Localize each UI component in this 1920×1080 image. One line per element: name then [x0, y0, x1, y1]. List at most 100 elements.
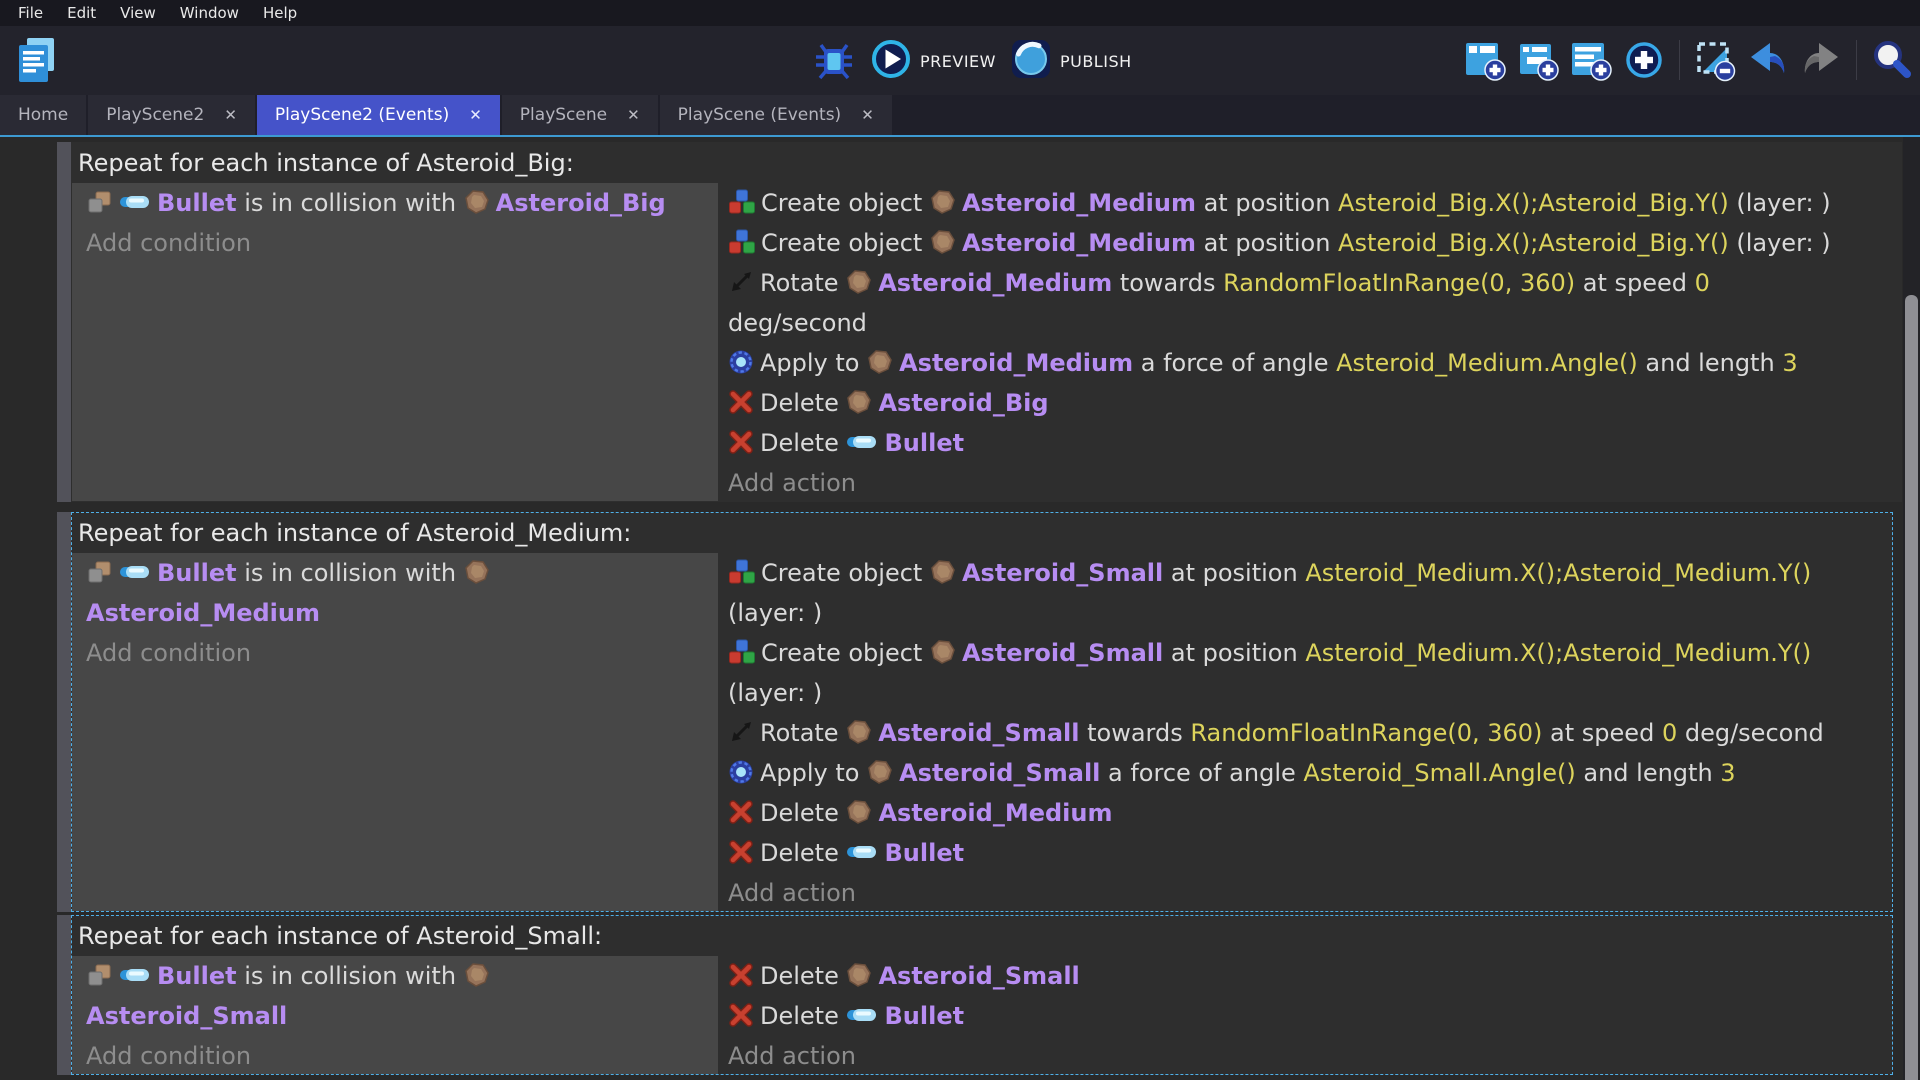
action-row[interactable]: Delete Bullet — [718, 423, 1901, 463]
sentence-text: deg/second — [728, 309, 867, 337]
tab-close-icon[interactable]: ✕ — [224, 106, 237, 124]
asteroid-icon — [846, 962, 872, 988]
add-event-icon[interactable] — [1463, 38, 1507, 82]
action-row[interactable]: Delete Bullet — [718, 996, 1892, 1036]
condition-row[interactable]: Asteroid_Medium — [72, 593, 718, 633]
bullet-icon — [846, 1006, 878, 1024]
event-drag-handle[interactable] — [57, 915, 71, 1075]
action-row[interactable]: Create object Asteroid_Small at position… — [718, 633, 1892, 673]
tab-playscene2-events[interactable]: PlayScene2 (Events) ✕ — [256, 95, 500, 135]
add-action-button[interactable]: Add action — [718, 463, 1901, 501]
add-condition-button[interactable]: Add condition — [72, 223, 718, 263]
action-row[interactable]: Delete Asteroid_Big — [718, 383, 1901, 423]
action-row[interactable]: Delete Asteroid_Medium — [718, 793, 1892, 833]
add-subevent-icon[interactable] — [1516, 38, 1560, 82]
action-row[interactable]: (layer: ) — [718, 593, 1892, 633]
add-condition-button[interactable]: Add condition — [72, 1036, 718, 1074]
debug-icon[interactable] — [812, 39, 856, 83]
sentence-text: Create object — [761, 189, 930, 217]
expression-parameter: 0 — [1661, 719, 1678, 747]
event-header[interactable]: Repeat for each instance of Asteroid_Med… — [72, 513, 1892, 553]
object-name: Bullet — [157, 559, 237, 587]
event-header[interactable]: Repeat for each instance of Asteroid_Sma… — [72, 916, 1892, 956]
conditions-panel: Bullet is in collision with Asteroid_Big… — [72, 183, 718, 501]
expression-parameter: 3 — [1720, 759, 1736, 787]
scrollbar-thumb[interactable] — [1905, 295, 1918, 1080]
undo-icon[interactable] — [1746, 38, 1790, 82]
action-row[interactable]: Delete Bullet — [718, 833, 1892, 873]
condition-row[interactable]: Bullet is in collision with — [72, 956, 718, 996]
action-row[interactable]: Create object Asteroid_Medium at positio… — [718, 223, 1901, 263]
create-object-icon — [728, 639, 755, 665]
redo-icon[interactable] — [1799, 38, 1843, 82]
condition-row[interactable]: Bullet is in collision with — [72, 553, 718, 593]
publish-button[interactable]: PUBLISH — [1010, 38, 1132, 84]
action-row[interactable]: Create object Asteroid_Small at position… — [718, 553, 1892, 593]
add-comment-icon[interactable] — [1569, 38, 1613, 82]
action-row[interactable]: (layer: ) — [718, 673, 1892, 713]
publish-globe-icon — [1010, 38, 1052, 84]
bullet-icon — [119, 193, 151, 211]
menu-item-help[interactable]: Help — [251, 0, 309, 26]
event-drag-handle[interactable] — [57, 512, 71, 912]
project-manager-icon[interactable] — [16, 36, 58, 84]
event-body: Bullet is in collision with Asteroid_Big… — [72, 183, 1901, 501]
sentence-text: Delete — [760, 389, 847, 417]
sentence-text: Delete — [760, 429, 847, 457]
action-row[interactable]: Create object Asteroid_Medium at positio… — [718, 183, 1901, 223]
object-name: Asteroid_Medium — [961, 189, 1196, 217]
action-row[interactable]: Apply to Asteroid_Medium a force of angl… — [718, 343, 1901, 383]
scrollbar-track[interactable] — [1903, 137, 1920, 1080]
tab-playscene-events[interactable]: PlayScene (Events) ✕ — [659, 95, 892, 135]
object-name: Bullet — [884, 839, 965, 867]
asteroid-icon — [867, 349, 893, 375]
action-row[interactable]: Apply to Asteroid_Small a force of angle… — [718, 753, 1892, 793]
tab-playscene2[interactable]: PlayScene2 ✕ — [88, 95, 255, 135]
menu-item-window[interactable]: Window — [168, 0, 251, 26]
tab-close-icon[interactable]: ✕ — [469, 106, 482, 124]
preview-button[interactable]: PREVIEW — [870, 38, 996, 84]
expression-parameter: 3 — [1782, 349, 1798, 377]
add-circle-icon[interactable] — [1622, 38, 1666, 82]
condition-row[interactable]: Bullet is in collision with Asteroid_Big — [72, 183, 718, 223]
menu-item-file[interactable]: File — [6, 0, 55, 26]
tab-playscene[interactable]: PlayScene ✕ — [501, 95, 658, 135]
collision-icon — [86, 189, 113, 215]
delete-icon — [728, 389, 754, 415]
expression-parameter: Asteroid_Small.Angle() — [1303, 759, 1576, 787]
tab-label: PlayScene2 — [106, 105, 205, 125]
event-drag-handle[interactable] — [57, 142, 71, 502]
collision-icon — [86, 559, 113, 585]
tab-close-icon[interactable]: ✕ — [627, 106, 640, 124]
sentence-text: (layer: ) — [1728, 189, 1831, 217]
sentence-text: Delete — [760, 1002, 847, 1030]
add-action-button[interactable]: Add action — [718, 1036, 1892, 1074]
bullet-icon — [119, 966, 151, 984]
asteroid-icon — [464, 559, 490, 585]
tab-home[interactable]: Home — [0, 95, 87, 135]
preview-play-icon — [870, 38, 912, 84]
menu-item-edit[interactable]: Edit — [55, 0, 108, 26]
event-header[interactable]: Repeat for each instance of Asteroid_Big… — [72, 143, 1901, 183]
menu-item-view[interactable]: View — [108, 0, 168, 26]
action-row[interactable]: Rotate Asteroid_Medium towards RandomFlo… — [718, 263, 1901, 303]
expression-parameter: Asteroid_Big.X();Asteroid_Big.Y() — [1338, 189, 1729, 217]
add-condition-button[interactable]: Add condition — [72, 633, 718, 673]
asteroid-icon — [464, 962, 490, 988]
action-row[interactable]: Rotate Asteroid_Small towards RandomFloa… — [718, 713, 1892, 753]
action-row[interactable]: deg/second — [718, 303, 1901, 343]
object-name: Asteroid_Small — [961, 639, 1164, 667]
sentence-text: and length — [1637, 349, 1783, 377]
delete-selection-icon[interactable] — [1693, 38, 1737, 82]
delete-icon — [728, 429, 754, 455]
add-action-button[interactable]: Add action — [718, 873, 1892, 911]
sentence-text: (layer: ) — [1728, 229, 1831, 257]
expression-parameter: Asteroid_Medium.X();Asteroid_Medium.Y() — [1305, 559, 1812, 587]
condition-row[interactable]: Asteroid_Small — [72, 996, 718, 1036]
tab-close-icon[interactable]: ✕ — [861, 106, 874, 124]
action-row[interactable]: Delete Asteroid_Small — [718, 956, 1892, 996]
for-each-event: Repeat for each instance of Asteroid_Big… — [57, 142, 1902, 502]
asteroid-icon — [867, 759, 893, 785]
search-icon[interactable] — [1870, 38, 1914, 82]
expression-parameter: Asteroid_Big.X();Asteroid_Big.Y() — [1338, 229, 1729, 257]
